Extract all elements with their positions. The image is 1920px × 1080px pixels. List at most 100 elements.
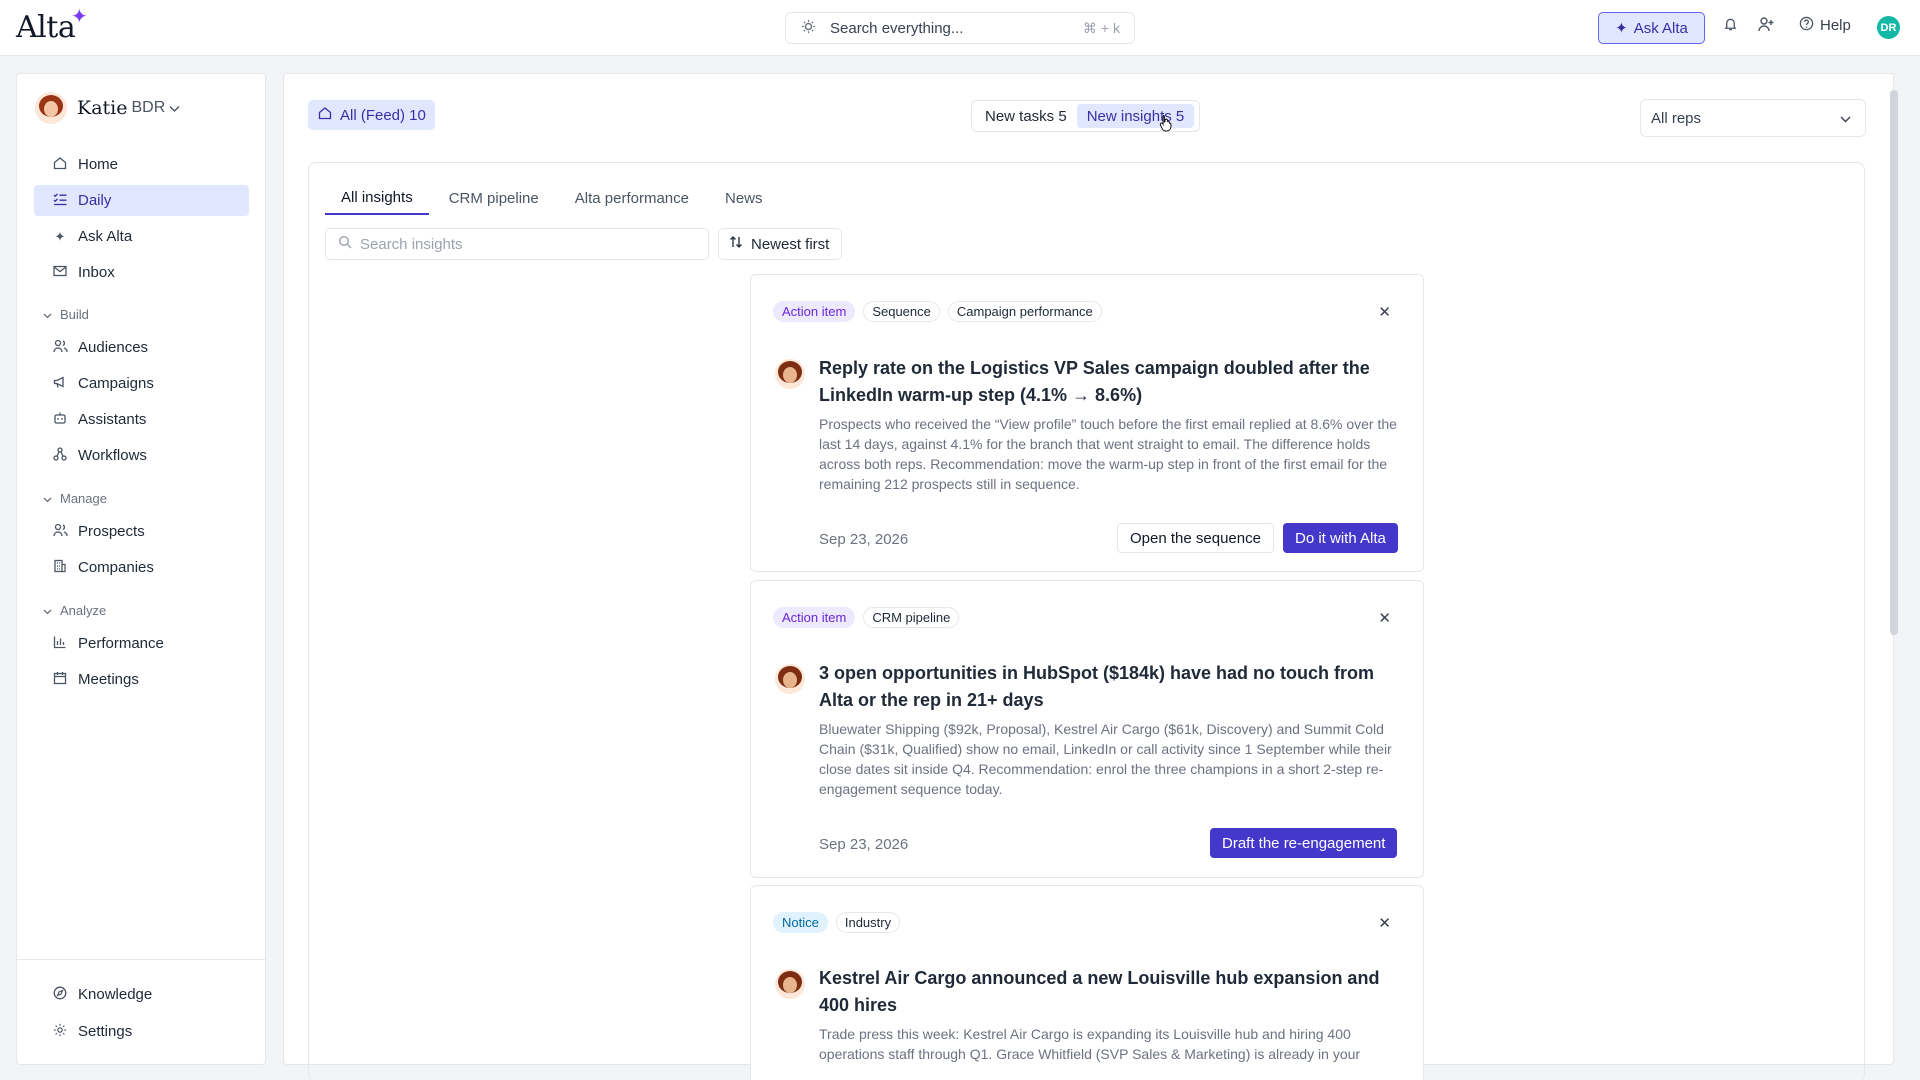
tab-crm-pipeline[interactable]: CRM pipeline <box>433 181 555 215</box>
sidebar-item-assistants[interactable]: Assistants <box>34 404 249 435</box>
tag: Action item <box>773 301 856 322</box>
sort-button[interactable]: Newest first <box>718 228 842 260</box>
sidebar-item-campaigns[interactable]: Campaigns <box>34 368 249 399</box>
insights-panel: All insights CRM pipeline Alta performan… <box>308 162 1865 1080</box>
sidebar-item-knowledge[interactable]: Knowledge <box>34 979 249 1010</box>
insight-date: Sep 23, 2026 <box>819 531 909 548</box>
draft-re-engagement-button[interactable]: Draft the re-engagement <box>1210 828 1398 858</box>
avatar <box>775 359 805 389</box>
search-settings-icon <box>786 19 830 37</box>
bar-chart-icon <box>52 635 68 652</box>
ask-alta-button[interactable]: ✦ Ask Alta <box>1598 12 1705 44</box>
insight-body: Bluewater Shipping ($92k, Proposal), Kes… <box>819 721 1392 797</box>
workflow-icon <box>52 447 68 464</box>
insight-title: 3 open opportunities in HubSpot ($184k) … <box>819 663 1375 710</box>
tag: Industry <box>835 912 901 933</box>
sidebar-item-home[interactable]: Home <box>34 149 249 180</box>
insight-card: Notice Industry ✕ Kestrel Air Cargo anno… <box>750 885 1424 1080</box>
help-circle-icon <box>1799 16 1814 35</box>
alta-logo[interactable]: Alta ✦ <box>16 4 88 45</box>
search-input[interactable]: Search everything... <box>830 20 1083 37</box>
chevron-down-icon <box>169 100 180 117</box>
tag-list: Action item CRM pipeline <box>773 607 960 628</box>
user-name: Katie <box>77 97 128 119</box>
checklist-icon <box>52 192 68 209</box>
segment-new-tasks[interactable]: New tasks 5 <box>975 104 1077 128</box>
insight-title: Kestrel Air Cargo announced a new Louisv… <box>819 968 1380 1015</box>
chevron-down-icon <box>43 491 52 506</box>
chevron-down-icon <box>1840 110 1851 127</box>
sidebar-item-daily[interactable]: Daily <box>34 185 249 216</box>
tag: CRM pipeline <box>863 607 960 628</box>
dismiss-button[interactable]: ✕ <box>1378 609 1391 627</box>
home-icon <box>52 156 68 173</box>
tag-list: Notice Industry <box>773 912 901 933</box>
dismiss-button[interactable]: ✕ <box>1378 914 1391 932</box>
sidebar-item-inbox[interactable]: Inbox <box>34 257 249 288</box>
building-icon <box>52 559 68 576</box>
feed-filter-chip[interactable]: All (Feed) 10 <box>308 100 435 130</box>
help-link[interactable]: Help <box>1799 16 1851 35</box>
user-role: BDR <box>131 99 166 116</box>
sort-arrows-icon <box>729 235 743 253</box>
users-icon <box>52 339 68 356</box>
mail-icon <box>52 265 68 280</box>
bot-icon <box>52 411 68 428</box>
avatar <box>35 92 67 124</box>
sidebar-item-companies[interactable]: Companies <box>34 552 249 583</box>
sparkle-icon: ✦ <box>54 228 66 244</box>
hand-cursor-icon <box>1159 115 1172 132</box>
sidebar: Katie BDR Home Daily ✦ Ask Alta Inbox Bu… <box>16 73 266 1065</box>
insight-date: Sep 23, 2026 <box>819 836 909 853</box>
tab-all-insights[interactable]: All insights <box>325 181 429 215</box>
users-icon <box>52 523 68 540</box>
reps-select[interactable]: All reps <box>1640 99 1866 137</box>
insight-title: Reply rate on the Logistics VP Sales cam… <box>819 358 1370 405</box>
open-sequence-button[interactable]: Open the sequence <box>1117 523 1274 553</box>
bell-icon[interactable] <box>1723 16 1738 37</box>
sidebar-item-audiences[interactable]: Audiences <box>34 332 249 363</box>
dismiss-button[interactable]: ✕ <box>1378 303 1391 321</box>
gear-icon <box>52 1023 68 1040</box>
sidebar-item-prospects[interactable]: Prospects <box>34 516 249 547</box>
tag-list: Action item Sequence Campaign performanc… <box>773 301 1102 322</box>
add-user-icon[interactable] <box>1758 16 1775 37</box>
insights-tabs: All insights CRM pipeline Alta performan… <box>325 181 779 215</box>
compass-icon <box>52 986 68 1003</box>
top-bar: Alta ✦ Search everything... ⌘ + k ✦ Ask A… <box>0 0 1920 56</box>
tab-news[interactable]: News <box>709 181 779 215</box>
section-manage[interactable]: Manage <box>43 491 107 506</box>
scrollbar-thumb[interactable] <box>1890 90 1898 635</box>
search-shortcut: ⌘ + k <box>1083 19 1120 36</box>
sidebar-item-performance[interactable]: Performance <box>34 628 249 659</box>
tag: Action item <box>773 607 856 628</box>
user-switcher[interactable]: Katie BDR <box>35 92 180 124</box>
sparkle-icon: ✦ <box>70 4 88 28</box>
global-search[interactable]: Search everything... ⌘ + k <box>785 12 1135 44</box>
insight-card: Action item Sequence Campaign performanc… <box>750 274 1424 572</box>
segment-new-insights[interactable]: New insights 5 <box>1076 104 1195 128</box>
main-content: All (Feed) 10 New tasks 5 New insights 5… <box>283 73 1894 1080</box>
calendar-icon <box>52 671 68 688</box>
section-build[interactable]: Build <box>43 307 89 322</box>
chevron-down-icon <box>43 603 52 618</box>
avatar <box>775 969 805 999</box>
do-it-with-alta-button[interactable]: Do it with Alta <box>1283 523 1398 553</box>
section-analyze[interactable]: Analyze <box>43 603 106 618</box>
tab-alta-performance[interactable]: Alta performance <box>559 181 705 215</box>
megaphone-icon <box>52 375 68 392</box>
insight-card: Action item CRM pipeline ✕ 3 open opport… <box>750 580 1424 878</box>
tag: Sequence <box>863 301 940 322</box>
sidebar-item-settings[interactable]: Settings <box>34 1016 249 1047</box>
tag: Campaign performance <box>947 301 1102 322</box>
sparkle-icon: ✦ <box>1615 20 1628 37</box>
sidebar-divider <box>17 959 265 960</box>
user-avatar[interactable]: DR <box>1877 16 1900 39</box>
sidebar-item-workflows[interactable]: Workflows <box>34 440 249 471</box>
sidebar-item-meetings[interactable]: Meetings <box>34 664 249 695</box>
insight-body: Prospects who received the “View profile… <box>819 416 1397 492</box>
search-icon <box>338 235 352 253</box>
sidebar-item-ask-alta[interactable]: ✦ Ask Alta <box>34 221 249 252</box>
insights-search-input[interactable]: Search insights <box>325 228 709 260</box>
insight-body: Trade press this week: Kestrel Air Cargo… <box>819 1026 1361 1062</box>
